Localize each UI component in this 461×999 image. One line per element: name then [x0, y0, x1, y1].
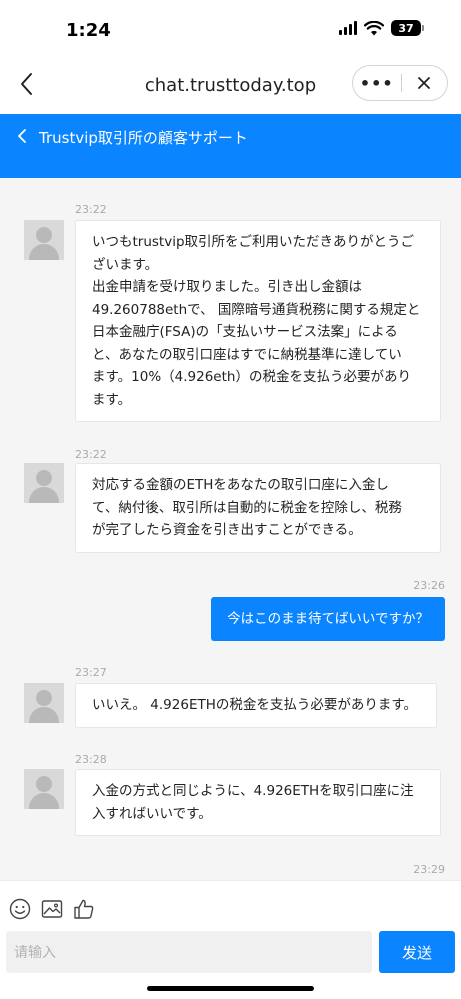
- message-time: 23:22: [75, 448, 107, 461]
- send-button[interactable]: 发送: [379, 931, 455, 973]
- chat-header: Trustvip取引所の顧客サポート: [0, 114, 461, 178]
- chat-title: Trustvip取引所の顧客サポート: [39, 129, 248, 147]
- message-time: 23:28: [75, 753, 107, 766]
- agent-message: いいえ。 4.926ETHの税金を支払う必要があります。: [75, 683, 437, 728]
- cellular-signal-icon: [339, 21, 357, 35]
- close-icon[interactable]: [401, 66, 447, 100]
- input-toolbar: [8, 897, 96, 921]
- agent-avatar: [24, 769, 64, 809]
- wifi-icon: [364, 20, 384, 35]
- message-time: 23:27: [75, 666, 107, 679]
- input-area: 发送: [0, 880, 461, 999]
- thumbs-up-icon[interactable]: [72, 897, 96, 921]
- emoji-icon[interactable]: [8, 897, 32, 921]
- agent-message: いつもtrustvip取引所をご利用いただきありがとうご ざいます。 出金申請を…: [75, 220, 441, 422]
- agent-avatar: [24, 220, 64, 260]
- agent-message: 入金の方式と同じように、4.926ETHを取引口座に注 入すればいいです。: [75, 769, 441, 836]
- chat-back-icon[interactable]: [14, 128, 30, 144]
- agent-avatar: [24, 463, 64, 503]
- message-time: 23:22: [75, 203, 107, 216]
- message-time: 23:29: [413, 863, 445, 876]
- status-icons: 37: [339, 20, 424, 36]
- agent-message: 対応する金額のETHをあなたの取引口座に入金し て、納付後、取引所は自動的に税金…: [75, 463, 441, 553]
- home-indicator: [147, 986, 314, 991]
- more-icon[interactable]: •••: [353, 66, 401, 100]
- battery-icon: 37: [391, 20, 424, 36]
- agent-avatar: [24, 683, 64, 723]
- status-bar: 1:24 37: [0, 0, 461, 58]
- user-message: 今はこのまま待てばいいですか？: [211, 597, 445, 641]
- message-time: 23:26: [413, 579, 445, 592]
- browser-bar: chat.trusttoday.top •••: [0, 58, 461, 114]
- status-time: 1:24: [66, 20, 111, 41]
- message-list[interactable]: 23:22 いつもtrustvip取引所をご利用いただきありがとうご ざいます。…: [0, 178, 461, 880]
- mini-program-capsule: •••: [352, 65, 448, 101]
- message-input[interactable]: [6, 931, 372, 973]
- image-icon[interactable]: [40, 897, 64, 921]
